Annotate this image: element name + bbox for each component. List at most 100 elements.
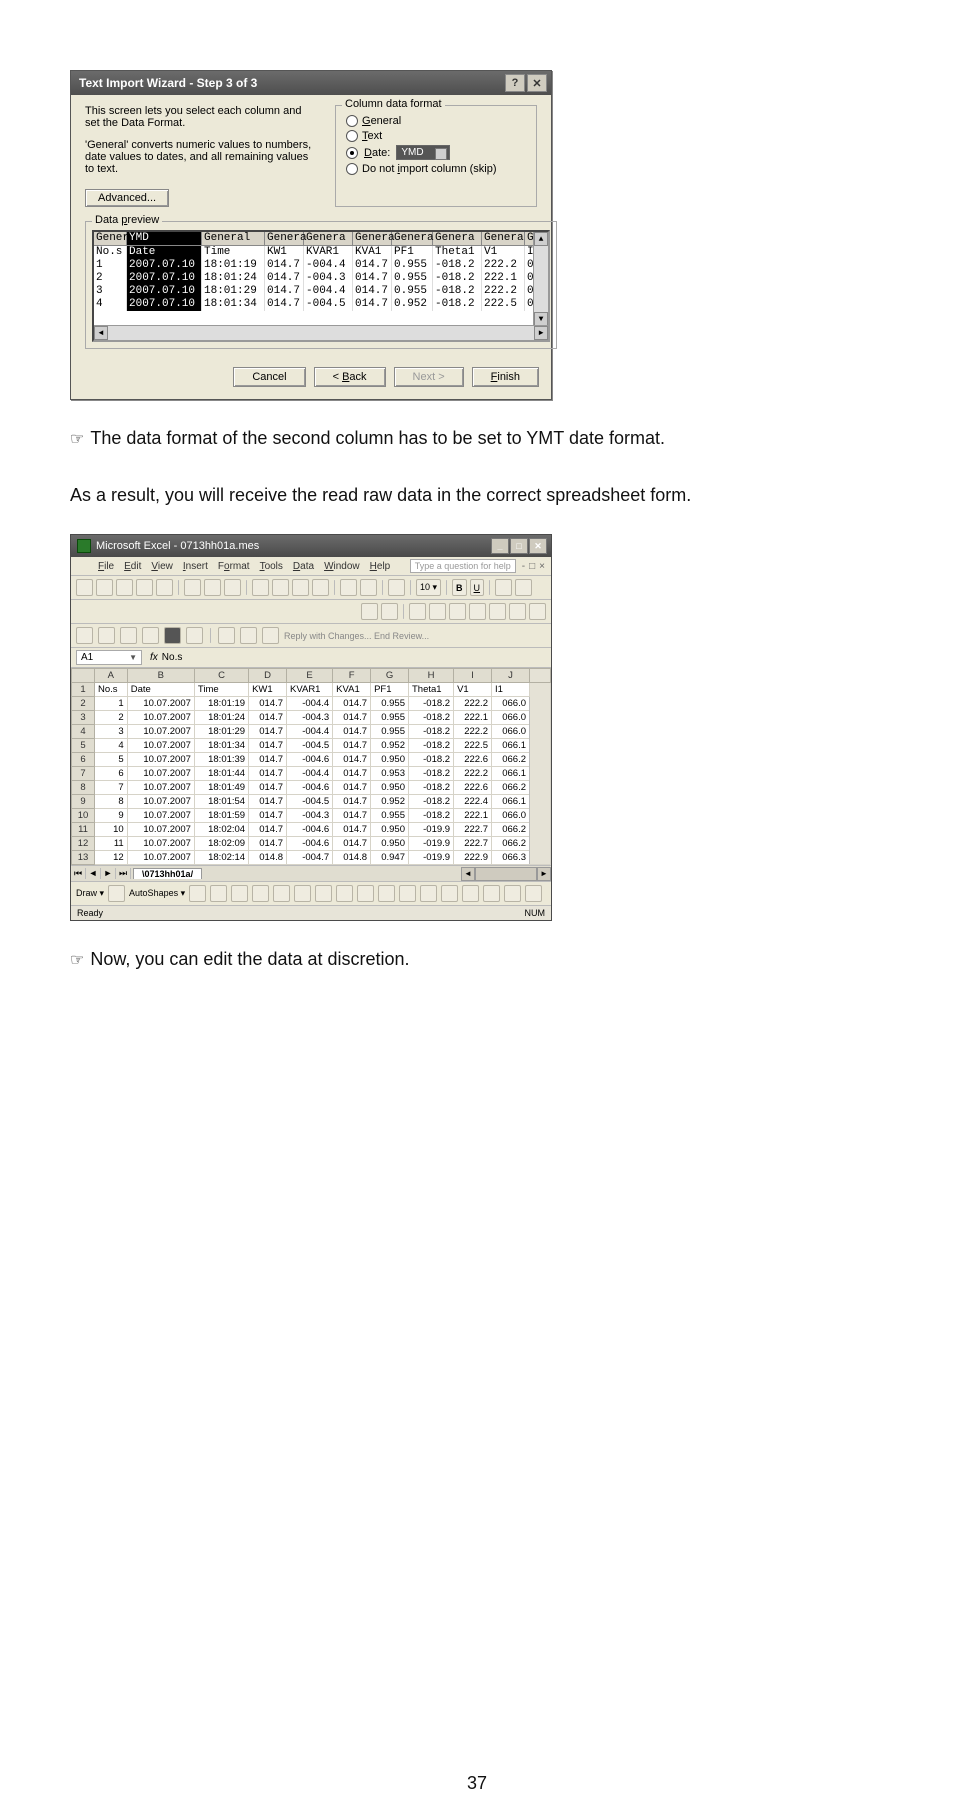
bold-button[interactable]: B <box>452 579 467 596</box>
cell[interactable]: 0.947 <box>371 851 409 865</box>
cell[interactable]: 066.0 <box>491 711 529 725</box>
radio-general[interactable]: General <box>346 115 526 127</box>
row-header[interactable]: 2 <box>72 697 95 711</box>
cell[interactable]: 014.7 <box>333 697 371 711</box>
merge-icon[interactable] <box>429 603 446 620</box>
cell[interactable]: 6 <box>95 767 128 781</box>
tab-next-icon[interactable]: ► <box>101 868 116 879</box>
font-color-icon[interactable] <box>515 579 532 596</box>
wordart-icon[interactable] <box>294 885 311 902</box>
chart-icon[interactable] <box>388 579 405 596</box>
cell[interactable]: 014.7 <box>249 753 287 767</box>
doc-close-icon[interactable]: × <box>539 561 545 572</box>
cell[interactable]: -018.2 <box>409 711 454 725</box>
cell[interactable]: 066.0 <box>491 725 529 739</box>
scroll-left-icon[interactable]: ◄ <box>94 326 108 340</box>
row-header[interactable]: 6 <box>72 753 95 767</box>
close-icon[interactable]: ✕ <box>527 74 547 92</box>
select-objects-icon[interactable] <box>108 885 125 902</box>
cell[interactable]: 066.2 <box>491 753 529 767</box>
cell[interactable]: I1 <box>491 683 529 697</box>
wizard-titlebar[interactable]: Text Import Wizard - Step 3 of 3 ? ✕ <box>71 71 551 95</box>
tab-prev-icon[interactable]: ◄ <box>86 868 101 879</box>
cell[interactable]: 10.07.2007 <box>127 809 194 823</box>
open-icon[interactable] <box>96 579 113 596</box>
formula-bar[interactable]: No.s <box>162 652 183 663</box>
cell[interactable]: 9 <box>95 809 128 823</box>
cell[interactable]: -004.5 <box>287 739 333 753</box>
cell[interactable]: 066.3 <box>491 851 529 865</box>
cell[interactable]: 222.2 <box>454 697 492 711</box>
line-icon[interactable] <box>189 885 206 902</box>
cell[interactable]: 3 <box>95 725 128 739</box>
cell[interactable]: 014.7 <box>249 795 287 809</box>
spreadsheet-grid[interactable]: ABCDEFGHIJ 1No.sDateTimeKW1KVAR1KVA1PF1T… <box>71 668 551 865</box>
currency-icon[interactable] <box>449 603 466 620</box>
col-header[interactable]: G <box>371 669 409 683</box>
preview-scrollbar-h[interactable]: ◄ ► <box>94 325 548 340</box>
row-header[interactable]: 9 <box>72 795 95 809</box>
row-header[interactable]: 8 <box>72 781 95 795</box>
cell[interactable]: 066.2 <box>491 837 529 851</box>
cell[interactable]: 066.0 <box>491 809 529 823</box>
cell[interactable]: 222.6 <box>454 781 492 795</box>
new-icon[interactable] <box>76 579 93 596</box>
cell[interactable]: -018.2 <box>409 767 454 781</box>
outdent-icon[interactable] <box>529 603 546 620</box>
cell[interactable]: 0.950 <box>371 837 409 851</box>
data-preview-box[interactable]: Gener YMD General Genera Genera Genera G… <box>92 230 550 342</box>
line-style-icon[interactable] <box>441 885 458 902</box>
cell[interactable]: 014.7 <box>249 837 287 851</box>
cell[interactable]: 0.950 <box>371 753 409 767</box>
name-box[interactable]: A1▼ <box>76 650 142 665</box>
preview-scrollbar-v[interactable]: ▲ ▼ <box>533 232 548 326</box>
cell[interactable]: 014.7 <box>333 837 371 851</box>
scroll-up-icon[interactable]: ▲ <box>534 232 548 246</box>
cell[interactable]: -019.9 <box>409 851 454 865</box>
chart-type-icon[interactable] <box>381 603 398 620</box>
format-painter-icon[interactable] <box>312 579 329 596</box>
cell[interactable]: Time <box>194 683 248 697</box>
clipart-icon[interactable] <box>336 885 353 902</box>
horizontal-scrollbar[interactable]: ◄ ► <box>202 867 551 881</box>
review-icon-3[interactable] <box>120 627 137 644</box>
picture-icon[interactable] <box>357 885 374 902</box>
hscroll-right-icon[interactable]: ► <box>537 867 551 881</box>
cell[interactable]: 0.955 <box>371 711 409 725</box>
advanced-button[interactable]: Advanced... <box>85 189 169 207</box>
cell[interactable]: 18:01:49 <box>194 781 248 795</box>
review-icon-4[interactable] <box>142 627 159 644</box>
row-header[interactable]: 5 <box>72 739 95 753</box>
cell[interactable]: 0.952 <box>371 739 409 753</box>
radio-text[interactable]: Text <box>346 130 526 142</box>
cell[interactable]: 18:01:29 <box>194 725 248 739</box>
cell[interactable]: 066.2 <box>491 823 529 837</box>
row-header[interactable]: 13 <box>72 851 95 865</box>
maximize-icon[interactable]: □ <box>510 538 528 554</box>
arrow-icon[interactable] <box>210 885 227 902</box>
menu-window[interactable]: Window <box>324 561 360 572</box>
col-header[interactable]: J <box>491 669 529 683</box>
zoom-select[interactable]: 10 ▾ <box>416 579 441 596</box>
review-icon-1[interactable] <box>76 627 93 644</box>
cell[interactable]: 014.7 <box>249 767 287 781</box>
vertical-scrollbar[interactable] <box>530 683 551 865</box>
cell[interactable]: 0.955 <box>371 697 409 711</box>
cell[interactable]: -018.2 <box>409 809 454 823</box>
excel-titlebar[interactable]: Microsoft Excel - 0713hh01a.mes _ □ ✕ <box>71 535 551 557</box>
cell[interactable]: 18:01:39 <box>194 753 248 767</box>
cell[interactable]: 2 <box>95 711 128 725</box>
cell[interactable]: 10.07.2007 <box>127 823 194 837</box>
cell[interactable]: 222.5 <box>454 739 492 753</box>
cell[interactable]: -004.6 <box>287 823 333 837</box>
row-header[interactable]: 3 <box>72 711 95 725</box>
cell[interactable]: -004.6 <box>287 753 333 767</box>
cell[interactable]: 014.7 <box>333 711 371 725</box>
cell[interactable]: 222.2 <box>454 725 492 739</box>
cell[interactable]: 014.7 <box>249 823 287 837</box>
menu-file[interactable]: File <box>98 561 114 572</box>
cell[interactable]: 1 <box>95 697 128 711</box>
review-icon-2[interactable] <box>98 627 115 644</box>
minimize-icon[interactable]: _ <box>491 538 509 554</box>
diagram-icon[interactable] <box>315 885 332 902</box>
